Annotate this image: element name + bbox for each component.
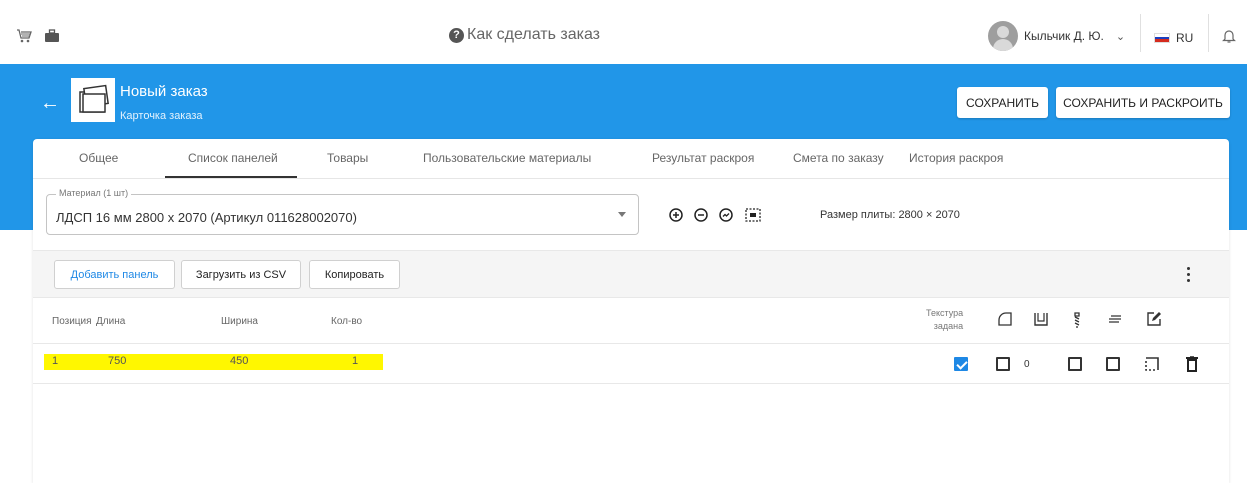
edge-icon (1034, 312, 1048, 331)
groove-checkbox[interactable] (1106, 357, 1120, 371)
order-card: Общее Список панелей Товары Пользователь… (33, 139, 1229, 483)
order-logo (71, 78, 115, 122)
plate-size: Размер плиты: 2800 × 2070 (820, 209, 960, 221)
edge-count[interactable]: 0 (1024, 359, 1030, 370)
divider (1208, 14, 1209, 52)
tab-estimate[interactable]: Смета по заказу (793, 151, 884, 165)
corner-checkbox[interactable] (996, 357, 1010, 371)
table-row[interactable]: 1 750 450 1 0 (33, 344, 1229, 384)
tab-general[interactable]: Общее (79, 151, 118, 165)
drill-icon (1072, 312, 1082, 333)
tab-cut-result[interactable]: Результат раскроя (652, 151, 754, 165)
help-icon: ? (449, 27, 464, 43)
panels-icon (79, 84, 109, 113)
zoom-in-icon[interactable] (669, 208, 683, 227)
cart-icon[interactable] (16, 28, 32, 49)
active-tab-indicator (165, 176, 297, 178)
cell-length[interactable]: 750 (108, 355, 126, 367)
rotate-icon[interactable] (719, 208, 733, 227)
top-bar: ? Как сделать заказ Кыльчик Д. Ю. ⌄ RU (0, 0, 1247, 64)
tab-products[interactable]: Товары (327, 151, 368, 165)
drill-checkbox[interactable] (1068, 357, 1082, 371)
texture-checkbox[interactable] (954, 357, 968, 371)
help-text: Как сделать заказ (467, 26, 600, 43)
russia-flag-icon (1154, 33, 1170, 43)
add-panel-button[interactable]: Добавить панель (54, 260, 175, 289)
top-left-icons (16, 28, 60, 49)
cell-position: 1 (52, 355, 59, 367)
load-csv-button[interactable]: Загрузить из CSV (181, 260, 301, 289)
dropdown-arrow-icon (618, 212, 626, 217)
language-selector[interactable]: RU (1154, 31, 1193, 45)
corner-icon (998, 312, 1012, 331)
table-header: Позиция Длина Ширина Кол-во Текстура зад… (33, 298, 1229, 344)
briefcase-icon[interactable] (44, 28, 60, 49)
copy-button[interactable]: Копировать (309, 260, 400, 289)
tab-cut-history[interactable]: История раскроя (909, 151, 1003, 165)
delete-icon[interactable] (1186, 355, 1198, 377)
col-texture-line2: задана (933, 321, 964, 331)
col-position: Позиция (52, 316, 92, 327)
col-texture-line1: Текстура (926, 308, 964, 318)
material-select[interactable]: Материал (1 шт) ЛДСП 16 мм 2800 х 2070 (… (46, 188, 639, 235)
col-texture: Текстура задана (926, 307, 963, 333)
col-qty: Кол-во (331, 316, 363, 327)
page: ? Как сделать заказ Кыльчик Д. Ю. ⌄ RU ←… (0, 0, 1247, 483)
more-options-icon[interactable] (1187, 267, 1190, 282)
divider (1140, 14, 1141, 52)
back-arrow-icon[interactable]: ← (40, 92, 60, 115)
tab-bar: Общее Список панелей Товары Пользователь… (33, 139, 1229, 179)
page-title: Новый заказ (120, 83, 208, 100)
cell-width[interactable]: 450 (230, 355, 248, 367)
fit-icon[interactable] (745, 208, 761, 227)
user-name: Кыльчик Д. Ю. (1024, 29, 1104, 43)
help-link[interactable]: ? Как сделать заказ (449, 26, 600, 44)
tab-user-materials[interactable]: Пользовательские материалы (423, 151, 591, 165)
bell-icon[interactable] (1222, 28, 1236, 49)
col-width: Ширина (221, 316, 258, 327)
page-subtitle: Карточка заказа (120, 110, 203, 122)
language-label: RU (1176, 31, 1194, 45)
avatar (988, 21, 1018, 51)
material-value: ЛДСП 16 мм 2800 х 2070 (Артикул 01162800… (56, 210, 357, 225)
tab-panel-list[interactable]: Список панелей (188, 151, 278, 165)
cut-pattern-icon[interactable] (1145, 357, 1159, 376)
edit-icon (1147, 312, 1161, 331)
col-length: Длина (96, 316, 126, 327)
cell-qty[interactable]: 1 (352, 355, 358, 367)
save-button[interactable]: СОХРАНИТЬ (957, 87, 1048, 118)
save-and-cut-button[interactable]: СОХРАНИТЬ И РАСКРОИТЬ (1056, 87, 1230, 118)
material-label: Материал (1 шт) (56, 188, 132, 198)
chevron-down-icon: ⌄ (1115, 30, 1126, 43)
user-menu[interactable]: Кыльчик Д. Ю. ⌄ (988, 21, 1125, 51)
zoom-out-icon[interactable] (694, 208, 708, 227)
panel-toolbar: Добавить панель Загрузить из CSV Копиров… (33, 250, 1229, 298)
row-highlight (44, 354, 383, 370)
groove-icon (1108, 312, 1122, 331)
